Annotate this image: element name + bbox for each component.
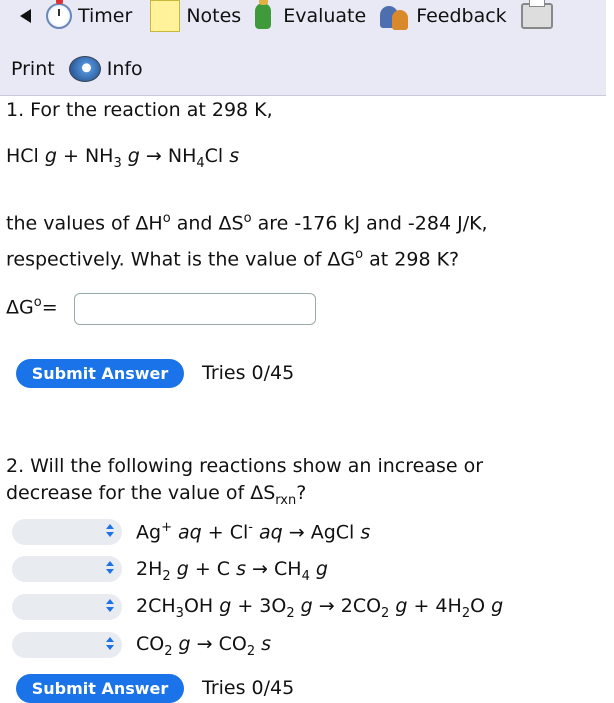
thumbs-up-icon xyxy=(255,0,272,29)
q2-text-line-1: 2. Will the following reactions show an … xyxy=(6,455,484,477)
q1-text: the values of ΔHo and ΔSo are -176 kJ an… xyxy=(6,205,606,274)
updown-icon xyxy=(106,561,115,577)
evaluate-button[interactable]: Evaluate xyxy=(255,0,367,29)
evaluate-label: Evaluate xyxy=(283,5,367,27)
printer-icon[interactable] xyxy=(520,0,553,29)
timer-label: Timer xyxy=(78,5,133,27)
q1-intro: 1. For the reaction at 298 K, xyxy=(6,99,273,121)
q2-tries: Tries 0/45 xyxy=(202,677,295,699)
notes-label: Notes xyxy=(186,5,242,27)
q2-submit-button[interactable]: Submit Answer xyxy=(16,674,184,703)
reaction-2: 2H2 g + C s → CH4 g xyxy=(136,558,328,584)
reaction-3-select[interactable] xyxy=(12,594,122,620)
q1-submit-button[interactable]: Submit Answer xyxy=(16,359,184,388)
q2-text-line-2: decrease for the value of ΔSrxn? xyxy=(6,482,307,508)
reaction-3: 2CH3OH g + 3O2 g → 2CO2 g + 4H2O g xyxy=(136,595,504,621)
toolbar: Timer Notes Evaluate Feedback Print Info xyxy=(0,0,606,96)
info-label: Info xyxy=(106,58,143,80)
reaction-1-select[interactable] xyxy=(12,519,122,545)
reaction-4: CO2 g → CO2 s xyxy=(136,633,272,659)
back-arrow-icon[interactable] xyxy=(20,9,31,23)
feedback-icon xyxy=(380,2,410,30)
info-button[interactable]: Info xyxy=(68,56,143,82)
info-icon xyxy=(68,56,101,82)
toolbar-row-2: Print Info xyxy=(0,52,143,86)
reaction-2-select[interactable] xyxy=(12,556,122,582)
reaction-4-select[interactable] xyxy=(12,632,122,658)
q1-answer-label: ΔGo= xyxy=(6,295,58,319)
reaction-1: Ag+ aq + Cl- aq → AgCl s xyxy=(136,520,371,544)
updown-icon xyxy=(106,599,115,615)
updown-icon xyxy=(106,524,115,540)
timer-icon xyxy=(46,0,72,29)
delta-g-answer-field[interactable] xyxy=(74,293,316,325)
toolbar-row-1: Timer Notes Evaluate Feedback xyxy=(0,0,553,32)
q1-text-line-1: the values of ΔHo and ΔSo are -176 kJ an… xyxy=(6,211,488,235)
notes-button[interactable]: Notes xyxy=(150,0,241,32)
q1-text-line-2: respectively. What is the value of ΔGo a… xyxy=(6,247,460,271)
print-button[interactable]: Print xyxy=(11,58,55,80)
timer-button[interactable]: Timer xyxy=(46,0,133,29)
updown-icon xyxy=(106,637,115,653)
feedback-button[interactable]: Feedback xyxy=(380,2,507,30)
q1-reaction: HCl g + NH3 g → NH4Cl s xyxy=(6,145,240,171)
print-label: Print xyxy=(11,58,55,80)
feedback-label: Feedback xyxy=(416,5,507,27)
notes-icon xyxy=(150,0,181,32)
q2-text: 2. Will the following reactions show an … xyxy=(6,453,606,514)
q1-tries: Tries 0/45 xyxy=(202,362,295,384)
